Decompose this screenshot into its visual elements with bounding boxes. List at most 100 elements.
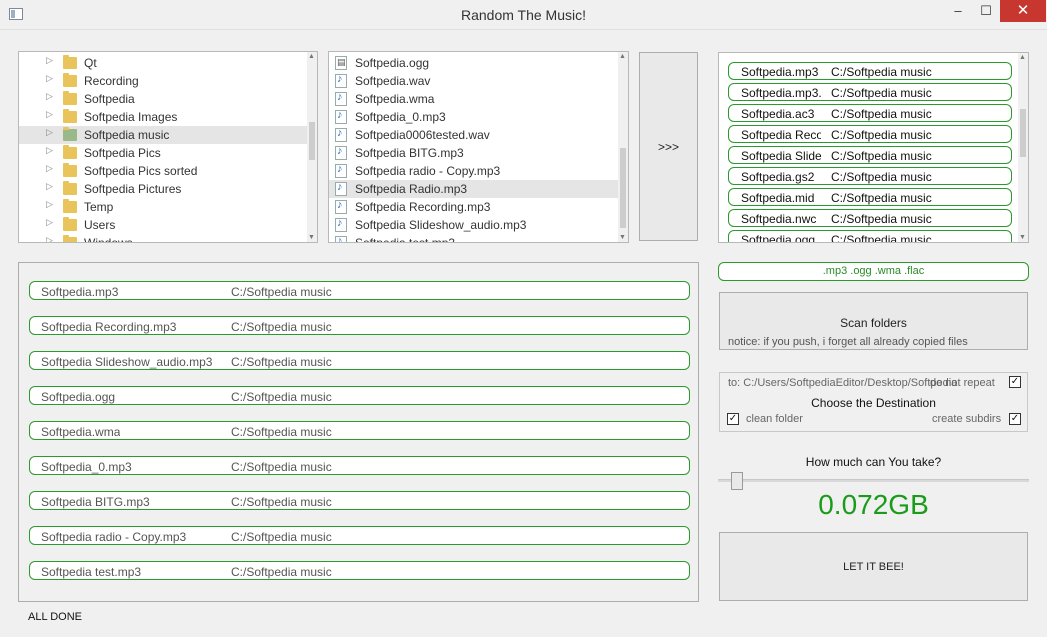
result-file-name: Softpedia_0.mp3 xyxy=(41,460,132,474)
expand-arrow-icon[interactable]: ▷ xyxy=(46,181,53,192)
selected-files-list[interactable]: Softpedia.mp3 C:/Softpedia music Softpedia… xyxy=(718,52,1029,243)
tree-item[interactable]: ▷ Softpedia Pics xyxy=(19,144,309,162)
file-item[interactable]: Softpedia Radio.mp3 xyxy=(329,180,619,198)
selected-file-item[interactable]: Softpedia Slideshow_audio.mp3 C:/Softpedi… xyxy=(728,146,1012,164)
result-item: Softpedia.mp3 C:/Softpedia music xyxy=(29,281,690,300)
file-item[interactable]: Softpedia Recording.mp3 xyxy=(329,198,619,216)
selected-file-path: C:/Softpedia music xyxy=(831,212,932,226)
file-list[interactable]: Softpedia.ogg Softpedia.wav Softpedia.wma S… xyxy=(328,51,629,243)
extensions-field[interactable]: .mp3 .ogg .wma .flac xyxy=(718,262,1029,281)
scroll-down-icon[interactable]: ▼ xyxy=(308,234,315,241)
result-item: Softpedia_0.mp3 C:/Softpedia music xyxy=(29,456,690,475)
expand-arrow-icon[interactable]: ▷ xyxy=(46,73,53,84)
status-text: ALL DONE xyxy=(28,611,83,623)
selected-file-item[interactable]: Softpedia.gs2 C:/Softpedia music xyxy=(728,167,1012,185)
scroll-up-icon[interactable]: ▲ xyxy=(619,53,626,60)
scroll-down-icon[interactable]: ▼ xyxy=(1019,234,1026,241)
file-item-label: Softpedia test.mp3 xyxy=(355,236,456,243)
scroll-up-icon[interactable]: ▲ xyxy=(308,53,315,60)
expand-arrow-icon[interactable]: ▷ xyxy=(46,91,53,102)
file-item-label: Softpedia Recording.mp3 xyxy=(355,200,491,214)
file-item-label: Softpedia_0.mp3 xyxy=(355,110,446,124)
expand-arrow-icon[interactable]: ▷ xyxy=(46,127,53,138)
scroll-thumb[interactable] xyxy=(309,122,315,160)
file-item-label: Softpedia.wav xyxy=(355,74,431,88)
tree-item[interactable]: ▷ Users xyxy=(19,216,309,234)
selected-file-item[interactable]: Softpedia Recording.mp3 C:/Softpedia musi… xyxy=(728,125,1012,143)
file-item[interactable]: Softpedia test.mp3 xyxy=(329,234,619,243)
file-item[interactable]: Softpedia BITG.mp3 xyxy=(329,144,619,162)
window-title: Random The Music! xyxy=(460,7,586,23)
tree-item[interactable]: ▷ Qt xyxy=(19,54,309,72)
tree-item[interactable]: ▷ Recording xyxy=(19,72,309,90)
tree-item[interactable]: ▷ Softpedia Pics sorted xyxy=(19,162,309,180)
tree-item-label: Softpedia xyxy=(84,92,135,106)
result-file-path: C:/Softpedia music xyxy=(231,530,332,544)
result-file-name: Softpedia.wma xyxy=(41,425,121,439)
file-item[interactable]: Softpedia radio - Copy.mp3 xyxy=(329,162,619,180)
selected-file-item[interactable]: Softpedia.ac3 C:/Softpedia music xyxy=(728,104,1012,122)
tree-item-label: Users xyxy=(84,218,116,232)
selected-file-item[interactable]: Softpedia.mp3 C:/Softpedia music xyxy=(728,62,1012,80)
scan-folders-button[interactable]: Scan folders notice: if you push, i forg… xyxy=(719,292,1028,350)
selected-file-item[interactable]: Softpedia.ogg C:/Softpedia music xyxy=(728,230,1012,242)
file-item[interactable]: Softpedia Slideshow_audio.mp3 xyxy=(329,216,619,234)
result-file-path: C:/Softpedia music xyxy=(231,425,332,439)
tree-item[interactable]: ▷ Softpedia music xyxy=(19,126,309,144)
expand-arrow-icon[interactable]: ▷ xyxy=(46,217,53,228)
minimize-button[interactable]: – xyxy=(944,0,972,22)
maximize-button[interactable]: ☐ xyxy=(972,0,1000,22)
selected-file-path: C:/Softpedia music xyxy=(831,65,932,79)
audio-file-icon xyxy=(335,235,347,242)
selected-file-item[interactable]: Softpedia.mid C:/Softpedia music xyxy=(728,188,1012,206)
scroll-thumb[interactable] xyxy=(1020,109,1026,157)
expand-arrow-icon[interactable]: ▷ xyxy=(46,55,53,66)
expand-arrow-icon[interactable]: ▷ xyxy=(46,163,53,174)
result-item: Softpedia.ogg C:/Softpedia music xyxy=(29,386,690,405)
tree-item[interactable]: ▷ Softpedia Pictures xyxy=(19,180,309,198)
selected-file-name: Softpedia.nwc xyxy=(741,212,817,226)
scroll-thumb[interactable] xyxy=(620,148,626,228)
audio-file-icon xyxy=(335,199,347,214)
expand-arrow-icon[interactable]: ▷ xyxy=(46,109,53,120)
do-not-repeat-checkbox[interactable]: ✓ xyxy=(1009,376,1021,388)
result-file-name: Softpedia test.mp3 xyxy=(41,565,142,579)
file-item-label: Softpedia Radio.mp3 xyxy=(355,182,468,196)
let-it-bee-button[interactable]: LET IT BEE! xyxy=(719,532,1028,601)
size-slider-track[interactable] xyxy=(718,479,1029,482)
file-list-scrollbar[interactable]: ▲ ▼ xyxy=(618,52,628,242)
file-item[interactable]: Softpedia.wav xyxy=(329,72,619,90)
tree-item-label: Softpedia Pics sorted xyxy=(84,164,198,178)
size-slider-handle[interactable] xyxy=(730,472,743,490)
file-item[interactable]: Softpedia_0.mp3 xyxy=(329,108,619,126)
tree-item[interactable]: ▷ Temp xyxy=(19,198,309,216)
expand-arrow-icon[interactable]: ▷ xyxy=(46,199,53,210)
clean-folder-checkbox[interactable]: ✓ xyxy=(727,413,739,425)
file-item[interactable]: Softpedia.ogg xyxy=(329,54,619,72)
scroll-up-icon[interactable]: ▲ xyxy=(1019,54,1026,61)
folder-tree-scrollbar[interactable]: ▲ ▼ xyxy=(307,52,317,242)
title-bar: Random The Music! – ☐ ✕ xyxy=(0,0,1047,30)
selected-list-scrollbar[interactable]: ▲ ▼ xyxy=(1018,53,1028,242)
audio-file-icon xyxy=(335,217,347,232)
expand-arrow-icon[interactable]: ▷ xyxy=(46,145,53,156)
create-subdirs-label: create subdirs xyxy=(932,413,1002,425)
size-value: 0.072GB xyxy=(818,489,929,520)
close-button[interactable]: ✕ xyxy=(1000,0,1046,22)
selected-file-item[interactable]: Softpedia.nwc C:/Softpedia music xyxy=(728,209,1012,227)
tree-item[interactable]: ▷ Windows xyxy=(19,234,309,242)
file-item[interactable]: Softpedia.wma xyxy=(329,90,619,108)
selected-file-item[interactable]: Softpedia.mp3.wav C:/Softpedia music xyxy=(728,83,1012,101)
file-item[interactable]: Softpedia0006tested.wav xyxy=(329,126,619,144)
add-files-button[interactable]: >>> xyxy=(639,52,698,241)
expand-arrow-icon[interactable]: ▷ xyxy=(46,235,53,242)
folder-tree[interactable]: ▷ Qt ▷ Recording ▷ Softpedia ▷ Softpedia Images… xyxy=(18,51,318,243)
tree-item[interactable]: ▷ Softpedia xyxy=(19,90,309,108)
tree-item[interactable]: ▷ Softpedia Images xyxy=(19,108,309,126)
destination-group: to: C:/Users/SoftpediaEditor/Desktop/Sof… xyxy=(719,372,1028,432)
audio-file-icon xyxy=(335,91,347,106)
tree-item-label: Temp xyxy=(84,200,114,214)
create-subdirs-checkbox[interactable]: ✓ xyxy=(1009,413,1021,425)
choose-destination-button[interactable]: Choose the Destination xyxy=(720,396,1027,410)
scroll-down-icon[interactable]: ▼ xyxy=(619,234,626,241)
